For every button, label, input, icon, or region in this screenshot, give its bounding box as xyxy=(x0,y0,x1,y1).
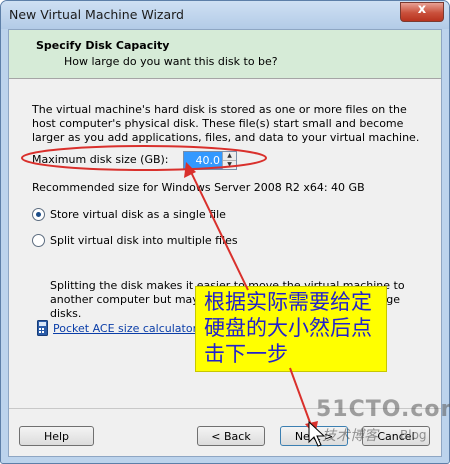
page-title: Specify Disk Capacity xyxy=(36,39,170,52)
close-button[interactable]: x xyxy=(400,2,444,22)
annotation-text: 根据实际需要给定硬盘的大小然后点击下一步 xyxy=(204,290,372,366)
close-icon: x xyxy=(417,2,427,17)
recommended-size-text: Recommended size for Windows Server 2008… xyxy=(32,181,365,194)
back-button[interactable]: < Back xyxy=(197,426,265,446)
radio-single-file-label[interactable]: Store virtual disk as a single file xyxy=(50,208,226,221)
help-button[interactable]: Help xyxy=(19,426,94,446)
radio-single-file-indicator[interactable] xyxy=(32,208,45,221)
site-watermark: 51CTO.com 技术博客 Blog xyxy=(316,395,450,455)
watermark-site: 51CTO.com xyxy=(316,397,450,422)
max-disk-size-stepper[interactable]: ▲ ▼ xyxy=(183,151,237,170)
disk-description: The virtual machine's hard disk is store… xyxy=(32,103,420,144)
radio-single-file[interactable]: Store virtual disk as a single file xyxy=(32,208,226,221)
max-disk-size-input[interactable] xyxy=(184,152,222,169)
max-disk-size-label: Maximum disk size (GB): xyxy=(32,153,169,166)
spin-down-icon[interactable]: ▼ xyxy=(223,161,236,169)
radio-split-files-label[interactable]: Split virtual disk into multiple files xyxy=(50,234,238,247)
watermark-tagline: 技术博客 xyxy=(322,428,378,444)
watermark-blog: Blog xyxy=(400,428,427,442)
wizard-client: Specify Disk Capacity How large do you w… xyxy=(8,29,442,457)
calculator-icon xyxy=(37,320,48,336)
title-bar: New Virtual Machine Wizard x xyxy=(1,1,449,29)
wizard-header: Specify Disk Capacity How large do you w… xyxy=(9,30,441,79)
radio-split-files-indicator[interactable] xyxy=(32,234,45,247)
spin-up-icon[interactable]: ▲ xyxy=(223,152,236,161)
page-subtitle: How large do you want this disk to be? xyxy=(64,55,278,68)
spin-buttons[interactable]: ▲ ▼ xyxy=(222,152,236,169)
annotation-callout: 根据实际需要给定硬盘的大小然后点击下一步 xyxy=(195,286,387,372)
radio-split-files[interactable]: Split virtual disk into multiple files xyxy=(32,234,238,247)
calculator-link-text[interactable]: Pocket ACE size calculator xyxy=(53,322,197,335)
calculator-link[interactable]: Pocket ACE size calculator xyxy=(37,320,197,336)
window-title: New Virtual Machine Wizard xyxy=(9,7,184,22)
